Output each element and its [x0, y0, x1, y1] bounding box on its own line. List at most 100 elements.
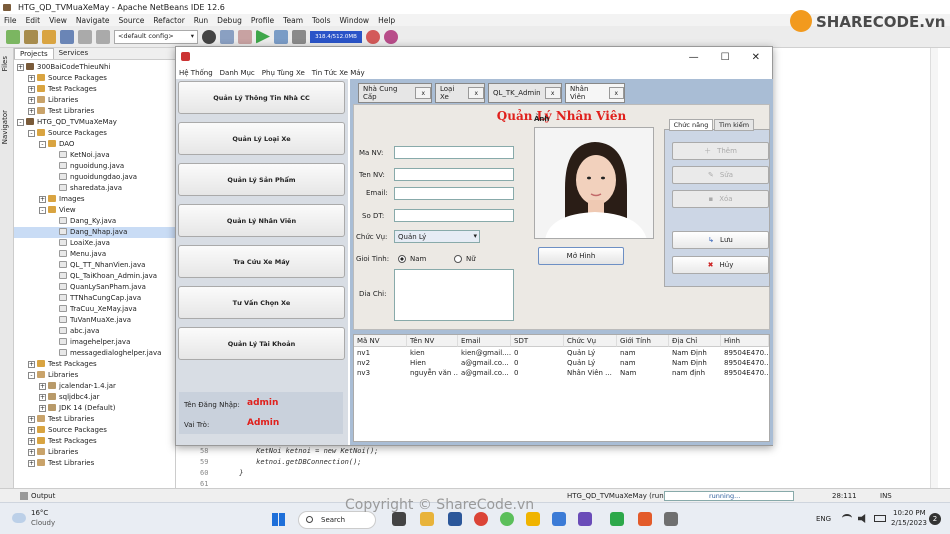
- tree-node[interactable]: sharedata.java: [14, 183, 176, 194]
- output-tab[interactable]: Output: [31, 492, 55, 500]
- coccoc-icon[interactable]: [500, 512, 514, 526]
- build-icon[interactable]: [220, 29, 234, 44]
- debug-icon[interactable]: [274, 29, 288, 44]
- ide-menu-source[interactable]: Source: [119, 16, 145, 25]
- expand-toggle-icon[interactable]: -: [39, 207, 46, 214]
- expand-toggle-icon[interactable]: -: [28, 372, 35, 379]
- files-side-tab[interactable]: Files: [1, 56, 9, 71]
- table-header[interactable]: Tên NV: [407, 335, 458, 347]
- table-header[interactable]: Giới Tính: [617, 335, 669, 347]
- expand-toggle-icon[interactable]: +: [39, 394, 46, 401]
- config-select[interactable]: <default config> ▾: [114, 29, 198, 44]
- clean-build-icon[interactable]: [238, 29, 252, 44]
- tree-node[interactable]: Menu.java: [14, 249, 176, 260]
- run-icon[interactable]: [256, 29, 270, 44]
- ide-menu-window[interactable]: Window: [339, 16, 369, 25]
- ide-menu-profile[interactable]: Profile: [251, 16, 274, 25]
- ide-menu-help[interactable]: Help: [378, 16, 395, 25]
- tree-node[interactable]: + JDK 14 (Default): [14, 403, 176, 414]
- ide-menu-view[interactable]: View: [49, 16, 67, 25]
- tree-node[interactable]: + Test Libraries: [14, 414, 176, 425]
- save-all-icon[interactable]: [60, 29, 74, 44]
- profile-ide-icon[interactable]: [384, 29, 398, 44]
- java-app-icon[interactable]: [664, 512, 678, 526]
- undo-icon[interactable]: [78, 29, 92, 44]
- expand-toggle-icon[interactable]: +: [28, 97, 35, 104]
- tree-node[interactable]: + Libraries: [14, 447, 176, 458]
- tree-node[interactable]: +300BaiCodeThieuNhi: [14, 62, 176, 73]
- folder-icon[interactable]: [526, 512, 540, 526]
- memory-indicator[interactable]: 318.4/512.0MB: [310, 30, 362, 43]
- manv-input[interactable]: [394, 146, 514, 159]
- edit-button[interactable]: ✎ Sửa: [672, 166, 769, 184]
- expand-toggle-icon[interactable]: +: [28, 438, 35, 445]
- tree-node[interactable]: - Libraries: [14, 370, 176, 381]
- language-indicator[interactable]: ENG: [816, 515, 831, 523]
- chucvu-select[interactable]: Quản Lý ▾: [394, 230, 480, 243]
- task-view-icon[interactable]: [392, 512, 406, 526]
- nav-button[interactable]: Quản Lý Tài Khoản: [178, 327, 345, 360]
- app-menu-item[interactable]: Danh Mục: [220, 69, 255, 77]
- tab-projects[interactable]: Projects: [14, 48, 54, 59]
- tab-close-button[interactable]: x: [544, 87, 561, 99]
- ide-menu-navigate[interactable]: Navigate: [76, 16, 110, 25]
- table-header[interactable]: Mã NV: [354, 335, 407, 347]
- open-project-icon[interactable]: [42, 29, 56, 44]
- tree-node[interactable]: + sqljdbc4.jar: [14, 392, 176, 403]
- new-project-icon[interactable]: [24, 29, 38, 44]
- expand-toggle-icon[interactable]: +: [39, 383, 46, 390]
- profile-icon[interactable]: [292, 29, 306, 44]
- table-row[interactable]: nv2 Hien a@gmail.co... 0 Quản Lý nam Nam Định 8…: [354, 358, 769, 368]
- tree-node[interactable]: abc.java: [14, 326, 176, 337]
- editor-scrollbar[interactable]: [930, 48, 938, 488]
- tree-node[interactable]: + Libraries: [14, 95, 176, 106]
- tree-node[interactable]: - HTG_QD_TVMuaXeMay: [14, 117, 176, 128]
- clock-time[interactable]: 10:20 PM: [893, 509, 926, 517]
- file-explorer-icon[interactable]: [420, 512, 434, 526]
- ide-menu-team[interactable]: Team: [283, 16, 303, 25]
- tab-close-button[interactable]: x: [468, 87, 484, 99]
- tree-node[interactable]: TraCuu_XeMay.java: [14, 304, 176, 315]
- tree-node[interactable]: Dang_Nhap.java: [14, 227, 176, 238]
- gc-icon[interactable]: [366, 29, 380, 44]
- add-button[interactable]: ＋ Thêm: [672, 142, 769, 160]
- tree-node[interactable]: LoaiXe.java: [14, 238, 176, 249]
- tree-node[interactable]: QuanLySanPham.java: [14, 282, 176, 293]
- nav-button[interactable]: Quản Lý Sản Phẩm: [178, 163, 345, 196]
- tab-tim-kiem[interactable]: Tìm kiếm: [714, 119, 754, 131]
- expand-toggle-icon[interactable]: +: [39, 196, 46, 203]
- delete-button[interactable]: ▪ Xóa: [672, 190, 769, 208]
- open-image-button[interactable]: Mở Hình: [538, 247, 624, 265]
- tennv-input[interactable]: [394, 168, 514, 181]
- expand-toggle-icon[interactable]: +: [39, 405, 46, 412]
- battery-icon[interactable]: [874, 515, 886, 522]
- progress-bar[interactable]: running...: [664, 490, 794, 501]
- tree-node[interactable]: nguoidungdao.java: [14, 172, 176, 183]
- save-button[interactable]: ↳ Lưu: [672, 231, 769, 249]
- tab-3[interactable]: Nhân Viên x: [565, 83, 625, 103]
- employee-table[interactable]: Mã NV Tên NV Email SDT Chức Vụ Giới Tính Địa C…: [353, 334, 770, 442]
- expand-toggle-icon[interactable]: -: [17, 119, 24, 126]
- expand-toggle-icon[interactable]: +: [28, 108, 35, 115]
- tab-services[interactable]: Services: [54, 48, 94, 59]
- ide-menu-run[interactable]: Run: [194, 16, 208, 25]
- nav-button[interactable]: Tư Vấn Chọn Xe: [178, 286, 345, 319]
- ide-menu-edit[interactable]: Edit: [26, 16, 41, 25]
- radio-nu[interactable]: [454, 255, 462, 263]
- tree-node[interactable]: + Test Packages: [14, 436, 176, 447]
- nav-button[interactable]: Quản Lý Loại Xe: [178, 122, 345, 155]
- app-menu-item[interactable]: Hệ Thống: [179, 69, 213, 77]
- tree-node[interactable]: KetNoi.java: [14, 150, 176, 161]
- volume-icon[interactable]: [858, 514, 866, 523]
- tree-node[interactable]: + Source Packages: [14, 73, 176, 84]
- tree-node[interactable]: Dang_Ky.java: [14, 216, 176, 227]
- ide-menu-file[interactable]: File: [4, 16, 17, 25]
- nav-button[interactable]: Quản Lý Nhân Viên: [178, 204, 345, 237]
- new-file-icon[interactable]: [6, 29, 20, 44]
- ide-menu-debug[interactable]: Debug: [217, 16, 242, 25]
- maximize-icon[interactable]: ☐: [721, 52, 730, 63]
- app-menu-item[interactable]: Phụ Tùng Xe: [262, 69, 305, 77]
- expand-toggle-icon[interactable]: +: [28, 460, 35, 467]
- expand-toggle-icon[interactable]: +: [28, 75, 35, 82]
- tab-close-button[interactable]: x: [415, 87, 431, 99]
